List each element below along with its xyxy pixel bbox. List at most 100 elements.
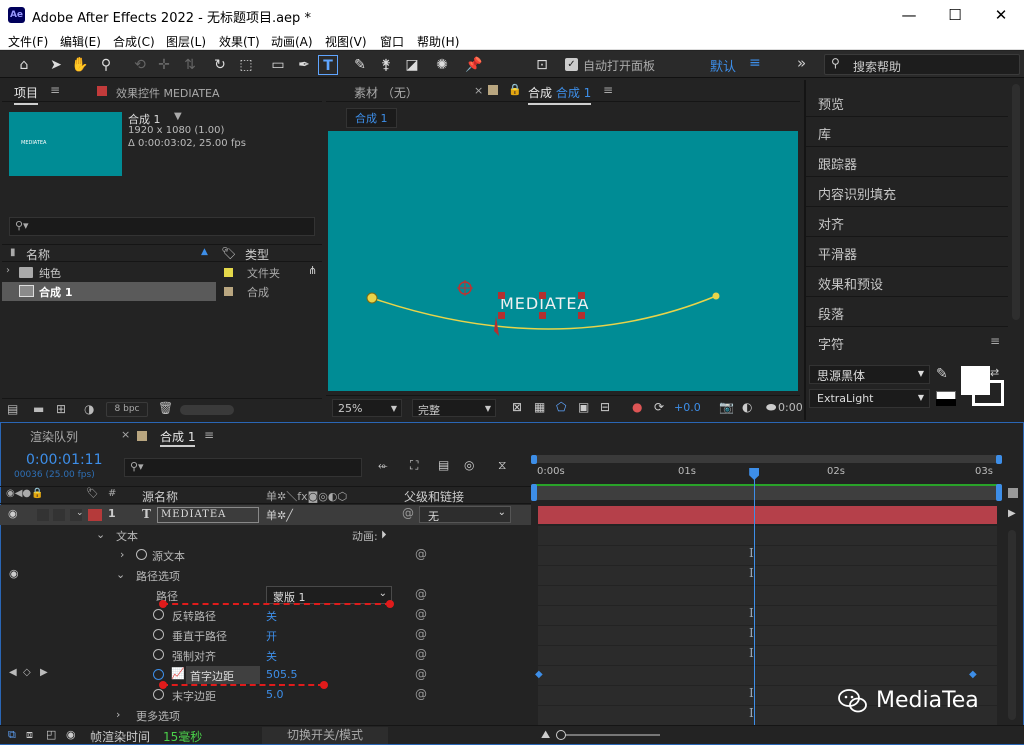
color-picker-icon[interactable]: ⬬ [766, 400, 776, 415]
panel-align[interactable]: 对齐 [818, 214, 844, 233]
timeline-scrollbar[interactable] [1008, 530, 1016, 720]
bar-end-arrow-icon[interactable]: ▶ [1008, 508, 1016, 519]
exposure-value[interactable]: +0.0 [674, 401, 701, 414]
expand-arrow-icon[interactable]: › [120, 548, 124, 561]
stopwatch-icon[interactable] [153, 629, 164, 640]
grid-icon[interactable]: ⊟ [600, 400, 610, 414]
keyframe-end[interactable]: ◆ [969, 669, 977, 680]
panel-library[interactable]: 库 [818, 124, 831, 143]
range-end-handle[interactable] [996, 484, 1002, 501]
right-scrollbar[interactable] [1012, 84, 1020, 320]
panel-tracker[interactable]: 跟踪器 [818, 154, 857, 173]
add-keyframe-icon[interactable]: ◇ [23, 667, 31, 678]
zoom-slider-knob[interactable] [556, 730, 566, 740]
maximize-button[interactable]: ☐ [932, 0, 978, 30]
composition-flowchart-icon[interactable]: ⬰ [378, 458, 388, 473]
list-item-selected[interactable]: 合成 1 [2, 282, 216, 301]
comp-dropdown-icon[interactable]: ▼ [174, 111, 182, 122]
auto-open-checkbox[interactable]: ✓ [565, 58, 578, 71]
pan-tool-icon[interactable]: ✛ [154, 55, 174, 75]
toggle-switches-modes-button[interactable]: 切换开关/模式 [262, 727, 388, 744]
bpc-button[interactable]: 8 bpc [106, 402, 148, 417]
path-handle[interactable] [498, 292, 505, 299]
layer-row[interactable]: ◉ ⌄ 1 T MEDIATEA 单✲╱ @ 无 ⌄ [0, 505, 531, 525]
stopwatch-icon[interactable] [153, 689, 164, 700]
swap-colors-icon[interactable]: ⇄ [990, 366, 999, 379]
expression-pickwhip-icon[interactable]: @ [415, 667, 427, 681]
more-workspaces-icon[interactable]: » [797, 54, 806, 72]
menu-effect[interactable]: 效果(T) [219, 33, 260, 50]
close-button[interactable]: ✕ [978, 0, 1024, 30]
layer-switches[interactable]: 单✲╱ [266, 507, 293, 523]
interpret-footage-icon[interactable]: ▤ [7, 402, 18, 416]
pickwhip-icon[interactable]: @ [402, 506, 414, 520]
zoom-select[interactable]: 25% ▼ [332, 399, 402, 417]
viewer-timecode[interactable]: 0:00 [778, 401, 803, 414]
collapse-arrow-icon[interactable]: ⌄ [116, 568, 125, 581]
expression-pickwhip-icon[interactable]: @ [415, 627, 427, 641]
exposure-reset-icon[interactable]: ⟳ [654, 400, 664, 414]
property-row-last-margin[interactable]: 末字边距 5.0 @ [0, 685, 531, 705]
column-type[interactable]: 类型 [245, 246, 269, 263]
font-style-select[interactable]: ExtraLight ▼ [809, 389, 930, 408]
project-search-input[interactable]: ⚲▾ [9, 217, 315, 236]
rectangle-tool-icon[interactable]: ▭ [268, 55, 288, 75]
perpendicular-value[interactable]: 开 [266, 628, 277, 644]
eraser-tool-icon[interactable]: ◪ [402, 55, 422, 75]
brush-tool-icon[interactable]: ✎ [350, 55, 370, 75]
expand-arrow-icon[interactable]: › [116, 708, 120, 721]
path-handle[interactable] [578, 292, 585, 299]
tab-composition[interactable]: 合成 合成 1 [528, 84, 592, 105]
selection-tool-icon[interactable]: ➤ [46, 55, 66, 75]
dolly-tool-icon[interactable]: ⇅ [180, 55, 200, 75]
path-handle[interactable] [498, 312, 505, 319]
expression-pickwhip-icon[interactable]: @ [415, 607, 427, 621]
stopwatch-icon[interactable] [153, 609, 164, 620]
first-margin-value[interactable]: 505.5 [266, 668, 298, 681]
column-name[interactable]: 名称 [26, 246, 50, 263]
expression-pickwhip-icon[interactable]: @ [415, 647, 427, 661]
expression-pickwhip-icon[interactable]: @ [415, 547, 427, 561]
shy-layers-icon[interactable]: ▤ [438, 458, 449, 472]
workspace-default[interactable]: 默认 [710, 56, 736, 75]
timeline-zoom-icon[interactable] [1008, 488, 1018, 498]
type-tool-icon[interactable]: T [318, 55, 338, 75]
puppet-tool-icon[interactable]: 📌 [464, 55, 484, 75]
close-tab-icon[interactable]: × [121, 428, 130, 441]
comp-breadcrumb[interactable]: 合成 1 [346, 108, 397, 128]
tab-project[interactable]: 项目 [14, 84, 39, 105]
character-menu-icon[interactable]: ≡ [990, 334, 1000, 348]
toggle-modes-icon[interactable]: ⧈ [26, 728, 33, 742]
font-family-select[interactable]: 思源黑体 ▼ [809, 365, 930, 384]
property-row-source-text[interactable]: › 源文本 @ [0, 545, 531, 565]
mask-visibility-icon[interactable]: ⬠ [556, 400, 566, 414]
snapshot-icon[interactable]: 📷 [719, 400, 734, 414]
zoom-out-icon[interactable]: ⛰ [541, 728, 550, 742]
panel-effects-presets[interactable]: 效果和预设 [818, 274, 883, 293]
region-of-interest-icon[interactable]: ▣ [578, 400, 589, 414]
eye-icon[interactable]: ◉ [8, 507, 18, 520]
stroke-color-swatch[interactable] [972, 380, 1004, 406]
menu-help[interactable]: 帮助(H) [417, 33, 459, 50]
eyedropper-icon[interactable]: ✎ [936, 366, 948, 382]
force-align-value[interactable]: 关 [266, 648, 277, 664]
work-area-bar[interactable] [533, 455, 1001, 463]
eye-icon[interactable]: ◉ [9, 567, 19, 580]
next-keyframe-icon[interactable]: ▶ [40, 667, 48, 678]
property-row-text[interactable]: ⌄ 文本 动画: ⏵ [0, 525, 531, 545]
snapping-icon[interactable]: ⊡ [532, 55, 552, 75]
panel-content-aware-fill[interactable]: 内容识别填充 [818, 184, 896, 203]
collapse-arrow-icon[interactable]: ⌄ [76, 508, 84, 518]
layer-name[interactable]: MEDIATEA [157, 507, 259, 523]
expand-arrow-icon[interactable]: › [6, 265, 10, 276]
thumbnail-slider[interactable] [180, 405, 234, 415]
current-timecode[interactable]: 0:00:01:11 [26, 452, 103, 468]
parent-select[interactable]: 无 ⌄ [419, 506, 511, 523]
timeline-zoom-slider[interactable] [560, 734, 660, 736]
property-row-more-options[interactable]: › 更多选项 [0, 705, 531, 725]
menu-animation[interactable]: 动画(A) [271, 33, 313, 50]
path-handle[interactable] [578, 312, 585, 319]
keyframe-start[interactable]: ◆ [535, 669, 543, 680]
new-folder-icon[interactable]: ▬ [33, 402, 44, 416]
layer-duration-bar[interactable] [538, 506, 997, 524]
